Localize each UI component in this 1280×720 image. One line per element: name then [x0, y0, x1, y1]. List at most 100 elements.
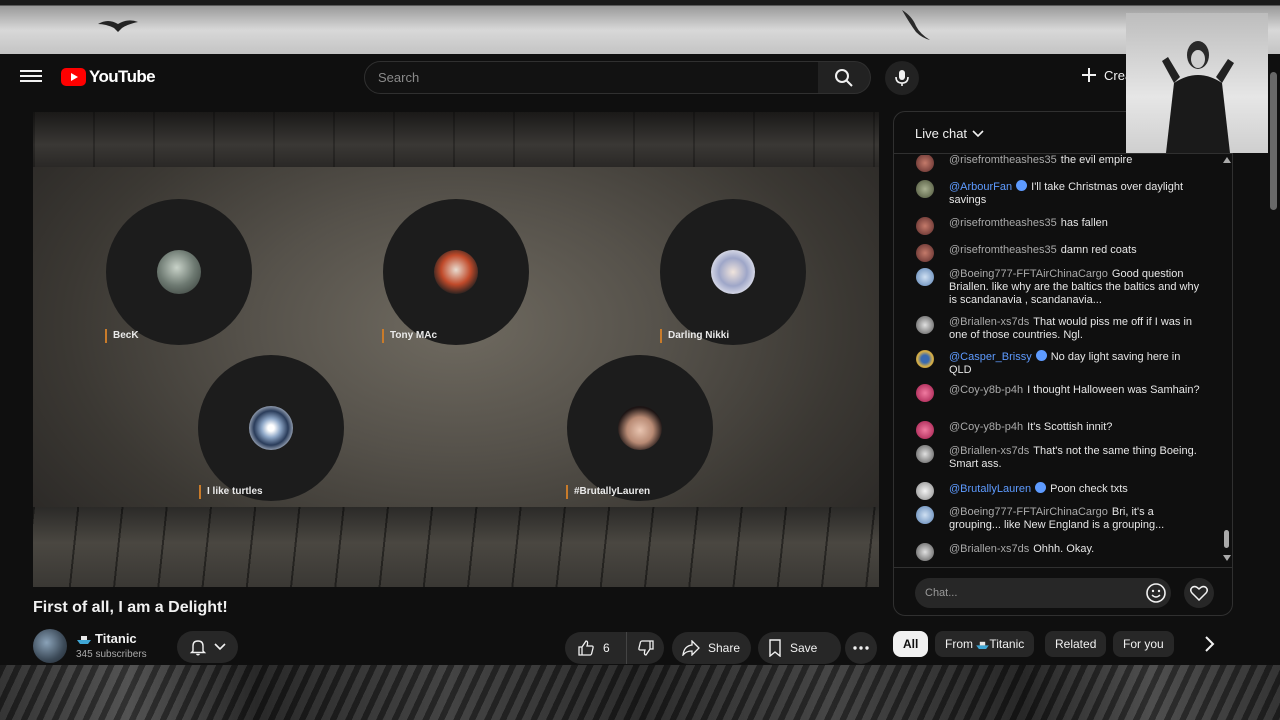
chip-from-channel[interactable]: From Titanic — [935, 631, 1035, 657]
bell-icon — [189, 640, 206, 656]
chat-author[interactable]: @Briallen-xs7ds — [949, 316, 1029, 328]
voice-search-button[interactable] — [885, 61, 919, 95]
chat-input-box — [915, 578, 1171, 608]
chip-from-label: From — [945, 637, 977, 651]
notification-button[interactable] — [177, 631, 238, 663]
youtube-play-icon — [61, 68, 86, 86]
chevron-right-icon[interactable] — [1203, 636, 1215, 652]
chat-author[interactable]: @ArbourFan — [949, 181, 1012, 193]
chat-avatar — [916, 217, 934, 235]
room-floor — [33, 507, 879, 587]
chat-message: @Briallen-xs7ds Ohhh. Okay. — [916, 543, 1201, 561]
ship-icon — [77, 635, 91, 644]
like-count: 6 — [603, 641, 610, 655]
scroll-up-icon[interactable] — [1223, 157, 1231, 163]
chat-text: Ohhh. Okay. — [1033, 543, 1095, 555]
save-button[interactable]: Save — [758, 632, 841, 664]
participant-label: I like turtles — [199, 485, 263, 499]
participant-label: Tony MAc — [382, 329, 437, 343]
chat-author[interactable]: @Boeing777-FFTAirChinaCargo — [949, 506, 1108, 518]
youtube-logo[interactable]: YouTube — [61, 67, 156, 87]
chip-related[interactable]: Related — [1045, 631, 1107, 657]
heart-icon — [1190, 585, 1208, 601]
stream-background-top — [0, 0, 1280, 54]
chat-message: @ArbourFan I'll take Christmas over dayli… — [916, 180, 1201, 207]
chat-avatar — [916, 244, 934, 262]
chat-title: Live chat — [915, 126, 968, 141]
chat-author[interactable]: @Briallen-xs7ds — [949, 543, 1029, 555]
channel-name[interactable]: Titanic — [77, 631, 137, 646]
share-label: Share — [708, 641, 741, 655]
chat-text: has fallen — [1060, 217, 1108, 229]
stream-background-bottom — [0, 665, 1280, 720]
chat-avatar — [916, 155, 934, 172]
thumbs-up-icon — [578, 640, 594, 656]
chip-all[interactable]: All — [893, 631, 929, 657]
chat-message: @risefromtheashes35 the evil empire — [916, 155, 1201, 172]
page-scroll-thumb[interactable] — [1270, 72, 1277, 210]
logo-text: YouTube — [89, 67, 156, 86]
video-title: First of all, I am a Delight! — [33, 599, 228, 616]
chat-avatar — [916, 482, 934, 500]
chat-avatar — [916, 506, 934, 524]
chevron-down-icon — [214, 643, 226, 651]
chat-scrollbar[interactable] — [1222, 155, 1232, 565]
chat-author[interactable]: @risefromtheashes35 — [949, 244, 1057, 256]
crow-silhouette — [98, 20, 138, 32]
chat-author[interactable]: @Coy-y8b-p4h — [949, 384, 1023, 396]
chat-message: @Boeing777-FFTAirChinaCargo Bri, it's a g… — [916, 506, 1201, 532]
dislike-button[interactable] — [627, 632, 664, 664]
chat-text: It's Scottish innit? — [1027, 421, 1113, 433]
chat-avatar — [916, 180, 934, 198]
chat-avatar — [916, 421, 934, 439]
participant-tile — [106, 199, 252, 345]
plus-icon — [1082, 68, 1096, 82]
more-horizontal-icon — [853, 646, 869, 650]
chat-message: @risefromtheashes35 damn red coats — [916, 244, 1201, 262]
chat-author[interactable]: @BrutallyLauren — [949, 483, 1031, 495]
chat-text: the evil empire — [1060, 155, 1133, 166]
chat-author[interactable]: @risefromtheashes35 — [949, 217, 1057, 229]
chat-input[interactable] — [915, 578, 1135, 608]
chat-author[interactable]: @Casper_Brissy — [949, 351, 1032, 363]
search-icon — [835, 68, 853, 87]
chat-message-list[interactable]: @risefromtheashes35 the evil empire @Arbo… — [894, 155, 1224, 565]
scroll-down-icon[interactable] — [1223, 555, 1231, 561]
chat-avatar — [916, 316, 934, 334]
chat-scroll-thumb[interactable] — [1224, 530, 1229, 548]
menu-icon[interactable] — [20, 67, 42, 87]
chat-message: @Coy-y8b-p4h I thought Halloween was Samh… — [916, 384, 1201, 402]
share-button[interactable]: Share — [672, 632, 751, 664]
bookmark-icon — [769, 639, 781, 657]
like-dislike-group: 6 — [565, 632, 664, 664]
channel-name-text: Titanic — [95, 631, 137, 646]
chat-avatar — [916, 543, 934, 561]
chat-author[interactable]: @risefromtheashes35 — [949, 155, 1057, 166]
video-player[interactable]: BecK Tony MAc Darling Nikki I like turtl… — [33, 112, 879, 587]
chat-author[interactable]: @Briallen-xs7ds — [949, 445, 1029, 457]
participant-tile — [198, 355, 344, 501]
search-button[interactable] — [818, 61, 871, 94]
search-input[interactable] — [365, 62, 818, 93]
more-actions-button[interactable] — [845, 632, 877, 664]
crow-silhouette — [902, 10, 930, 40]
channel-avatar[interactable] — [33, 629, 67, 663]
thumbs-down-icon — [637, 640, 654, 656]
like-button[interactable]: 6 — [565, 632, 627, 664]
emoji-icon[interactable] — [1145, 582, 1167, 604]
youtube-header: YouTube Create — [0, 54, 1280, 100]
chat-author[interactable]: @Coy-y8b-p4h — [949, 421, 1023, 433]
page-scrollbar[interactable] — [1267, 54, 1280, 665]
chat-message: @risefromtheashes35 has fallen — [916, 217, 1201, 235]
chat-author[interactable]: @Boeing777-FFTAirChinaCargo — [949, 268, 1108, 280]
chat-mode-selector[interactable]: Live chat — [915, 126, 984, 141]
chat-avatar — [916, 350, 934, 368]
participant-label: #BrutallyLauren — [566, 485, 650, 499]
chevron-down-icon — [972, 129, 984, 137]
participant-avatar — [249, 406, 293, 450]
participant-avatar — [711, 250, 755, 294]
chip-for-you[interactable]: For you — [1113, 631, 1174, 657]
verified-badge-icon — [1016, 180, 1028, 191]
reaction-button[interactable] — [1184, 578, 1214, 608]
chat-input-area — [894, 567, 1232, 615]
